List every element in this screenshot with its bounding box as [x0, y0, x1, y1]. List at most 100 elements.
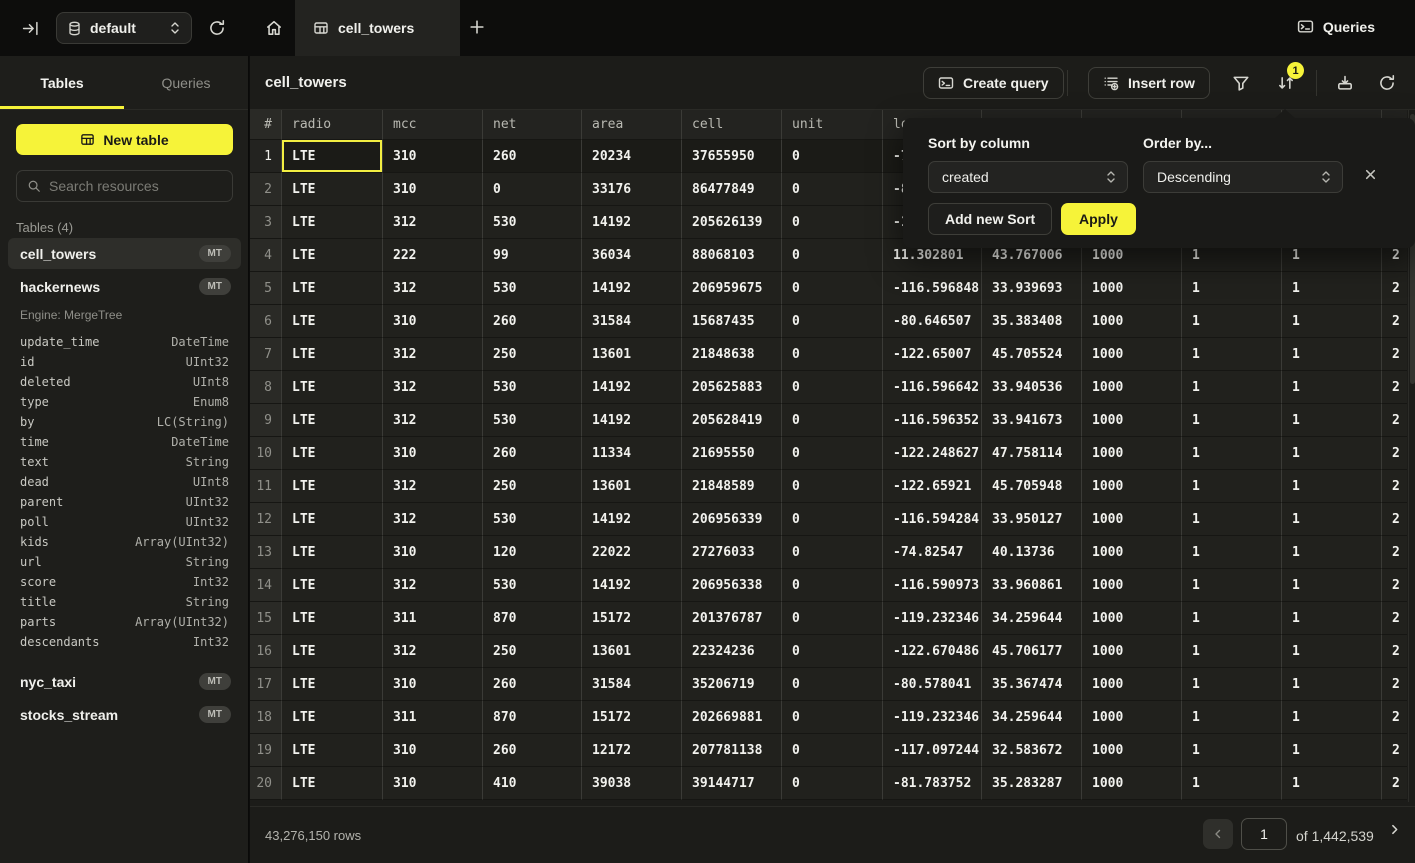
table-cell[interactable]: 312	[383, 338, 483, 371]
table-cell[interactable]: -119.232346	[883, 701, 982, 734]
table-cell[interactable]: 0	[782, 635, 883, 668]
table-cell[interactable]: LTE	[282, 536, 383, 569]
table-cell[interactable]: 0	[782, 602, 883, 635]
sidebar-tab-queries[interactable]: Queries	[124, 56, 248, 109]
row-number[interactable]: 7	[250, 338, 282, 371]
table-cell[interactable]: 1	[1282, 767, 1382, 800]
table-cell[interactable]: 311	[383, 701, 483, 734]
table-cell[interactable]: 260	[483, 437, 582, 470]
table-cell[interactable]: 1000	[1082, 338, 1182, 371]
table-cell[interactable]: 15172	[582, 701, 682, 734]
table-cell[interactable]: 1	[1282, 338, 1382, 371]
table-cell[interactable]: 2	[1382, 272, 1407, 305]
table-cell[interactable]: 14192	[582, 371, 682, 404]
table-cell[interactable]: 1000	[1082, 734, 1182, 767]
table-cell[interactable]: 1000	[1082, 569, 1182, 602]
column-header-area[interactable]: area	[582, 110, 682, 140]
table-cell[interactable]: 1	[1182, 338, 1282, 371]
table-cell[interactable]: 2	[1382, 602, 1407, 635]
table-cell[interactable]: LTE	[282, 635, 383, 668]
previous-page-button[interactable]	[1203, 819, 1233, 849]
table-cell[interactable]: 13601	[582, 635, 682, 668]
table-cell[interactable]: 260	[483, 734, 582, 767]
table-cell[interactable]: 205626139	[682, 206, 782, 239]
table-cell[interactable]: 310	[383, 437, 483, 470]
table-cell[interactable]: 35.383408	[982, 305, 1082, 338]
table-cell[interactable]: 2	[1382, 437, 1407, 470]
row-number[interactable]: 8	[250, 371, 282, 404]
table-cell[interactable]: 2	[1382, 635, 1407, 668]
row-number[interactable]: 17	[250, 668, 282, 701]
row-number[interactable]: 3	[250, 206, 282, 239]
table-cell[interactable]: 1000	[1082, 536, 1182, 569]
table-cell[interactable]: 99	[483, 239, 582, 272]
table-cell[interactable]: 40.13736	[982, 536, 1082, 569]
table-cell[interactable]: 1000	[1082, 767, 1182, 800]
database-selector[interactable]: default	[56, 12, 192, 44]
table-cell[interactable]: 2	[1382, 371, 1407, 404]
row-number[interactable]: 19	[250, 734, 282, 767]
table-cell[interactable]: 1	[1182, 404, 1282, 437]
apply-sort-button[interactable]: Apply	[1061, 203, 1136, 235]
table-cell[interactable]: 34.259644	[982, 701, 1082, 734]
table-cell[interactable]: 206956339	[682, 503, 782, 536]
row-number[interactable]: 9	[250, 404, 282, 437]
sidebar-table-item-nyc_taxi[interactable]: nyc_taxiMT	[8, 666, 241, 697]
table-cell[interactable]: 250	[483, 470, 582, 503]
table-cell[interactable]: 312	[383, 206, 483, 239]
table-cell[interactable]: 1	[1282, 536, 1382, 569]
table-cell[interactable]: 1	[1282, 635, 1382, 668]
table-cell[interactable]: LTE	[282, 602, 383, 635]
table-cell[interactable]: 0	[782, 206, 883, 239]
table-cell[interactable]: 13601	[582, 338, 682, 371]
table-cell[interactable]: 1000	[1082, 437, 1182, 470]
table-cell[interactable]: -122.670486	[883, 635, 982, 668]
table-cell[interactable]: 0	[782, 239, 883, 272]
row-number[interactable]: 6	[250, 305, 282, 338]
table-cell[interactable]: 21848589	[682, 470, 782, 503]
table-cell[interactable]: 35.367474	[982, 668, 1082, 701]
table-cell[interactable]: 202669881	[682, 701, 782, 734]
table-cell[interactable]: 222	[383, 239, 483, 272]
insert-row-button[interactable]: Insert row	[1088, 67, 1210, 99]
table-cell[interactable]: 1	[1282, 437, 1382, 470]
table-cell[interactable]: 120	[483, 536, 582, 569]
table-cell[interactable]: 37655950	[682, 140, 782, 173]
table-cell[interactable]: 27276033	[682, 536, 782, 569]
table-cell[interactable]: 86477849	[682, 173, 782, 206]
table-cell[interactable]: 530	[483, 503, 582, 536]
table-cell[interactable]: 310	[383, 305, 483, 338]
table-cell[interactable]: -122.65007	[883, 338, 982, 371]
table-cell[interactable]: LTE	[282, 503, 383, 536]
row-number[interactable]: 16	[250, 635, 282, 668]
table-cell[interactable]: 1000	[1082, 470, 1182, 503]
table-cell[interactable]: 312	[383, 470, 483, 503]
table-cell[interactable]: 2	[1382, 305, 1407, 338]
table-cell[interactable]: 205625883	[682, 371, 782, 404]
row-number[interactable]: 1	[250, 140, 282, 173]
table-cell[interactable]: 14192	[582, 272, 682, 305]
table-cell[interactable]: 1	[1282, 470, 1382, 503]
table-cell[interactable]: 1	[1282, 305, 1382, 338]
table-cell[interactable]: -122.65921	[883, 470, 982, 503]
table-cell[interactable]: 1	[1282, 569, 1382, 602]
table-cell[interactable]: 20234	[582, 140, 682, 173]
table-cell[interactable]: 310	[383, 767, 483, 800]
sidebar-table-item-stocks_stream[interactable]: stocks_streamMT	[8, 699, 241, 730]
table-cell[interactable]: 14192	[582, 503, 682, 536]
table-cell[interactable]: 312	[383, 404, 483, 437]
table-cell[interactable]: 205628419	[682, 404, 782, 437]
table-cell[interactable]: 1	[1182, 734, 1282, 767]
table-cell[interactable]: LTE	[282, 701, 383, 734]
column-header-mcc[interactable]: mcc	[383, 110, 483, 140]
table-cell[interactable]: 1	[1182, 767, 1282, 800]
table-cell[interactable]: 0	[782, 668, 883, 701]
table-cell[interactable]: 1	[1282, 602, 1382, 635]
table-cell[interactable]: 22324236	[682, 635, 782, 668]
table-cell[interactable]: -116.596352	[883, 404, 982, 437]
table-cell[interactable]: 530	[483, 371, 582, 404]
table-cell[interactable]: 260	[483, 668, 582, 701]
table-cell[interactable]: 201376787	[682, 602, 782, 635]
table-cell[interactable]: 1	[1282, 503, 1382, 536]
table-cell[interactable]: LTE	[282, 404, 383, 437]
